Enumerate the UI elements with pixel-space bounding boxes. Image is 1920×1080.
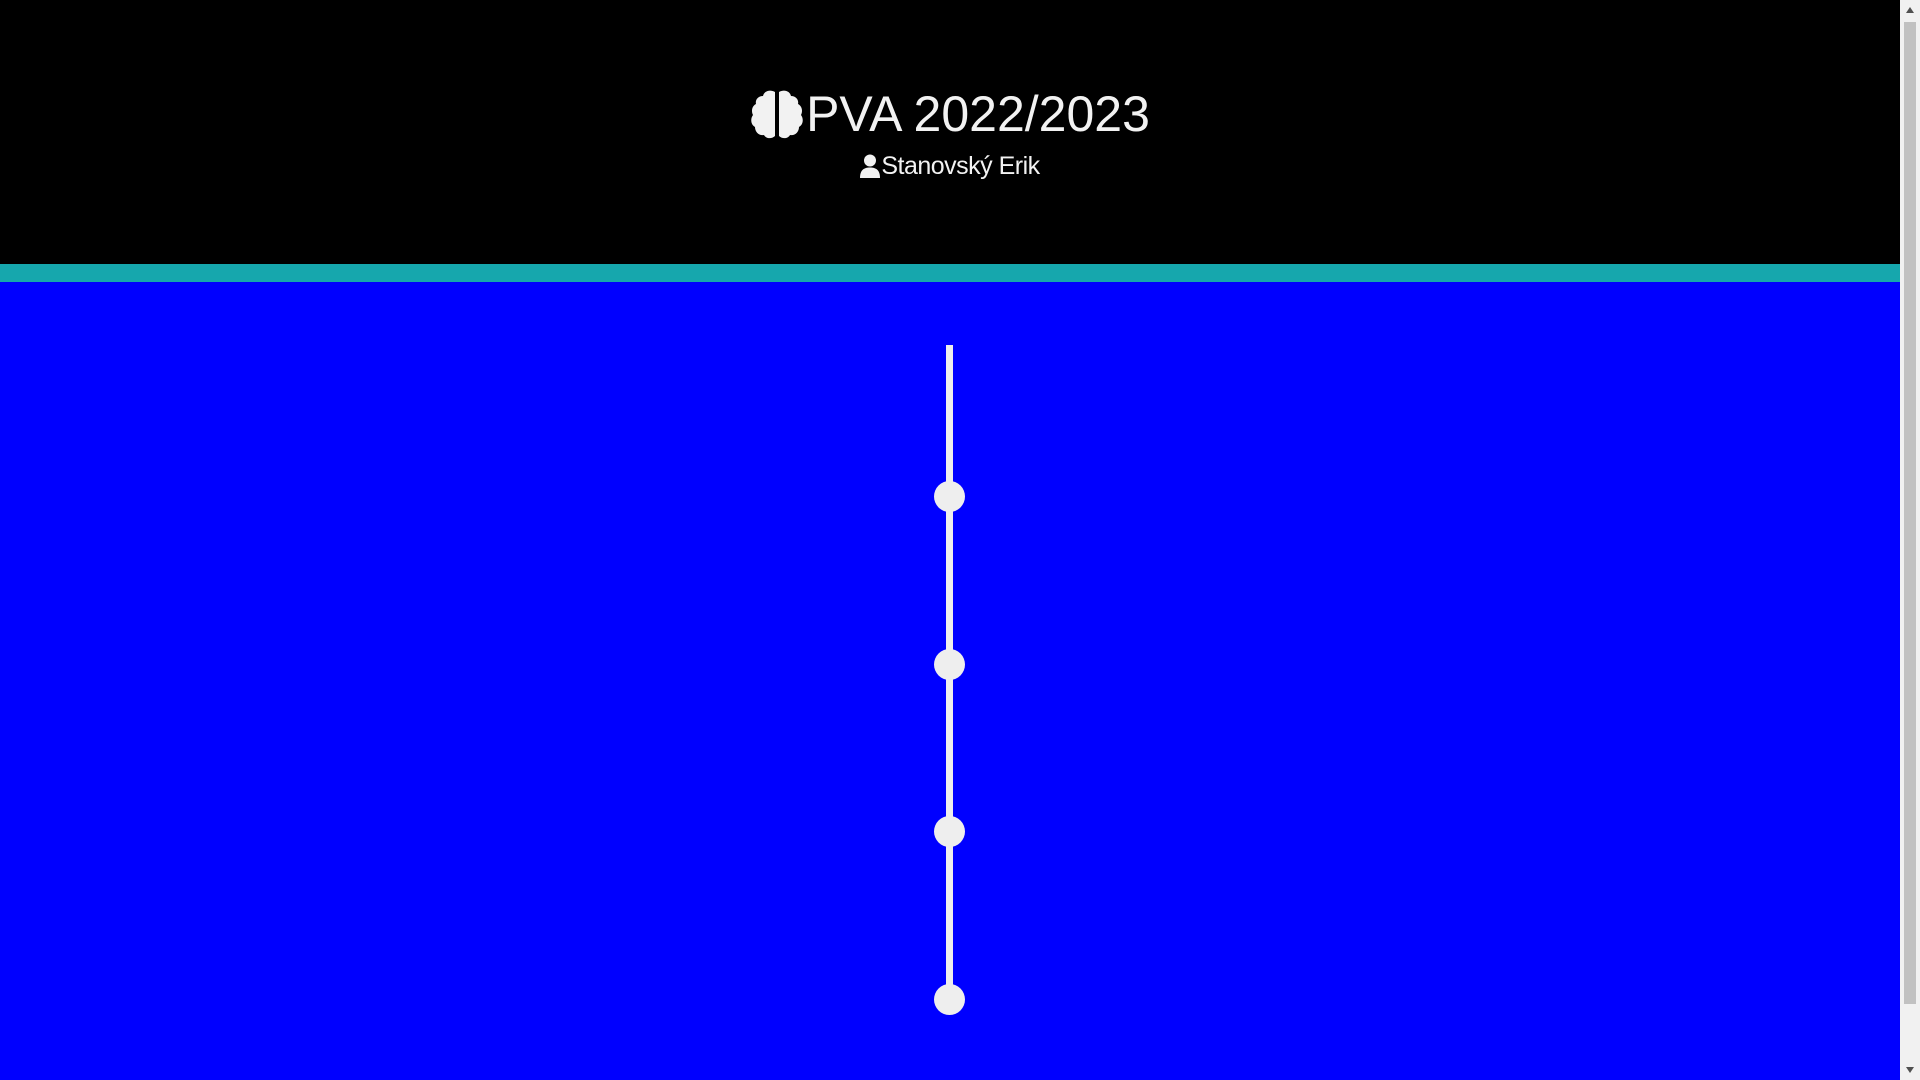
timeline	[0, 0, 1900, 1080]
scroll-up-arrow-icon[interactable]	[1900, 0, 1920, 20]
vertical-scrollbar[interactable]	[1900, 0, 1920, 1080]
scrollbar-thumb[interactable]	[1904, 22, 1916, 1004]
timeline-dot[interactable]	[934, 816, 965, 847]
page: PVA 2022/2023 Stanovský Erik	[0, 0, 1900, 1080]
timeline-dot[interactable]	[934, 649, 965, 680]
timeline-dot[interactable]	[934, 984, 965, 1015]
timeline-dot[interactable]	[934, 481, 965, 512]
scroll-down-arrow-icon[interactable]	[1900, 1060, 1920, 1080]
